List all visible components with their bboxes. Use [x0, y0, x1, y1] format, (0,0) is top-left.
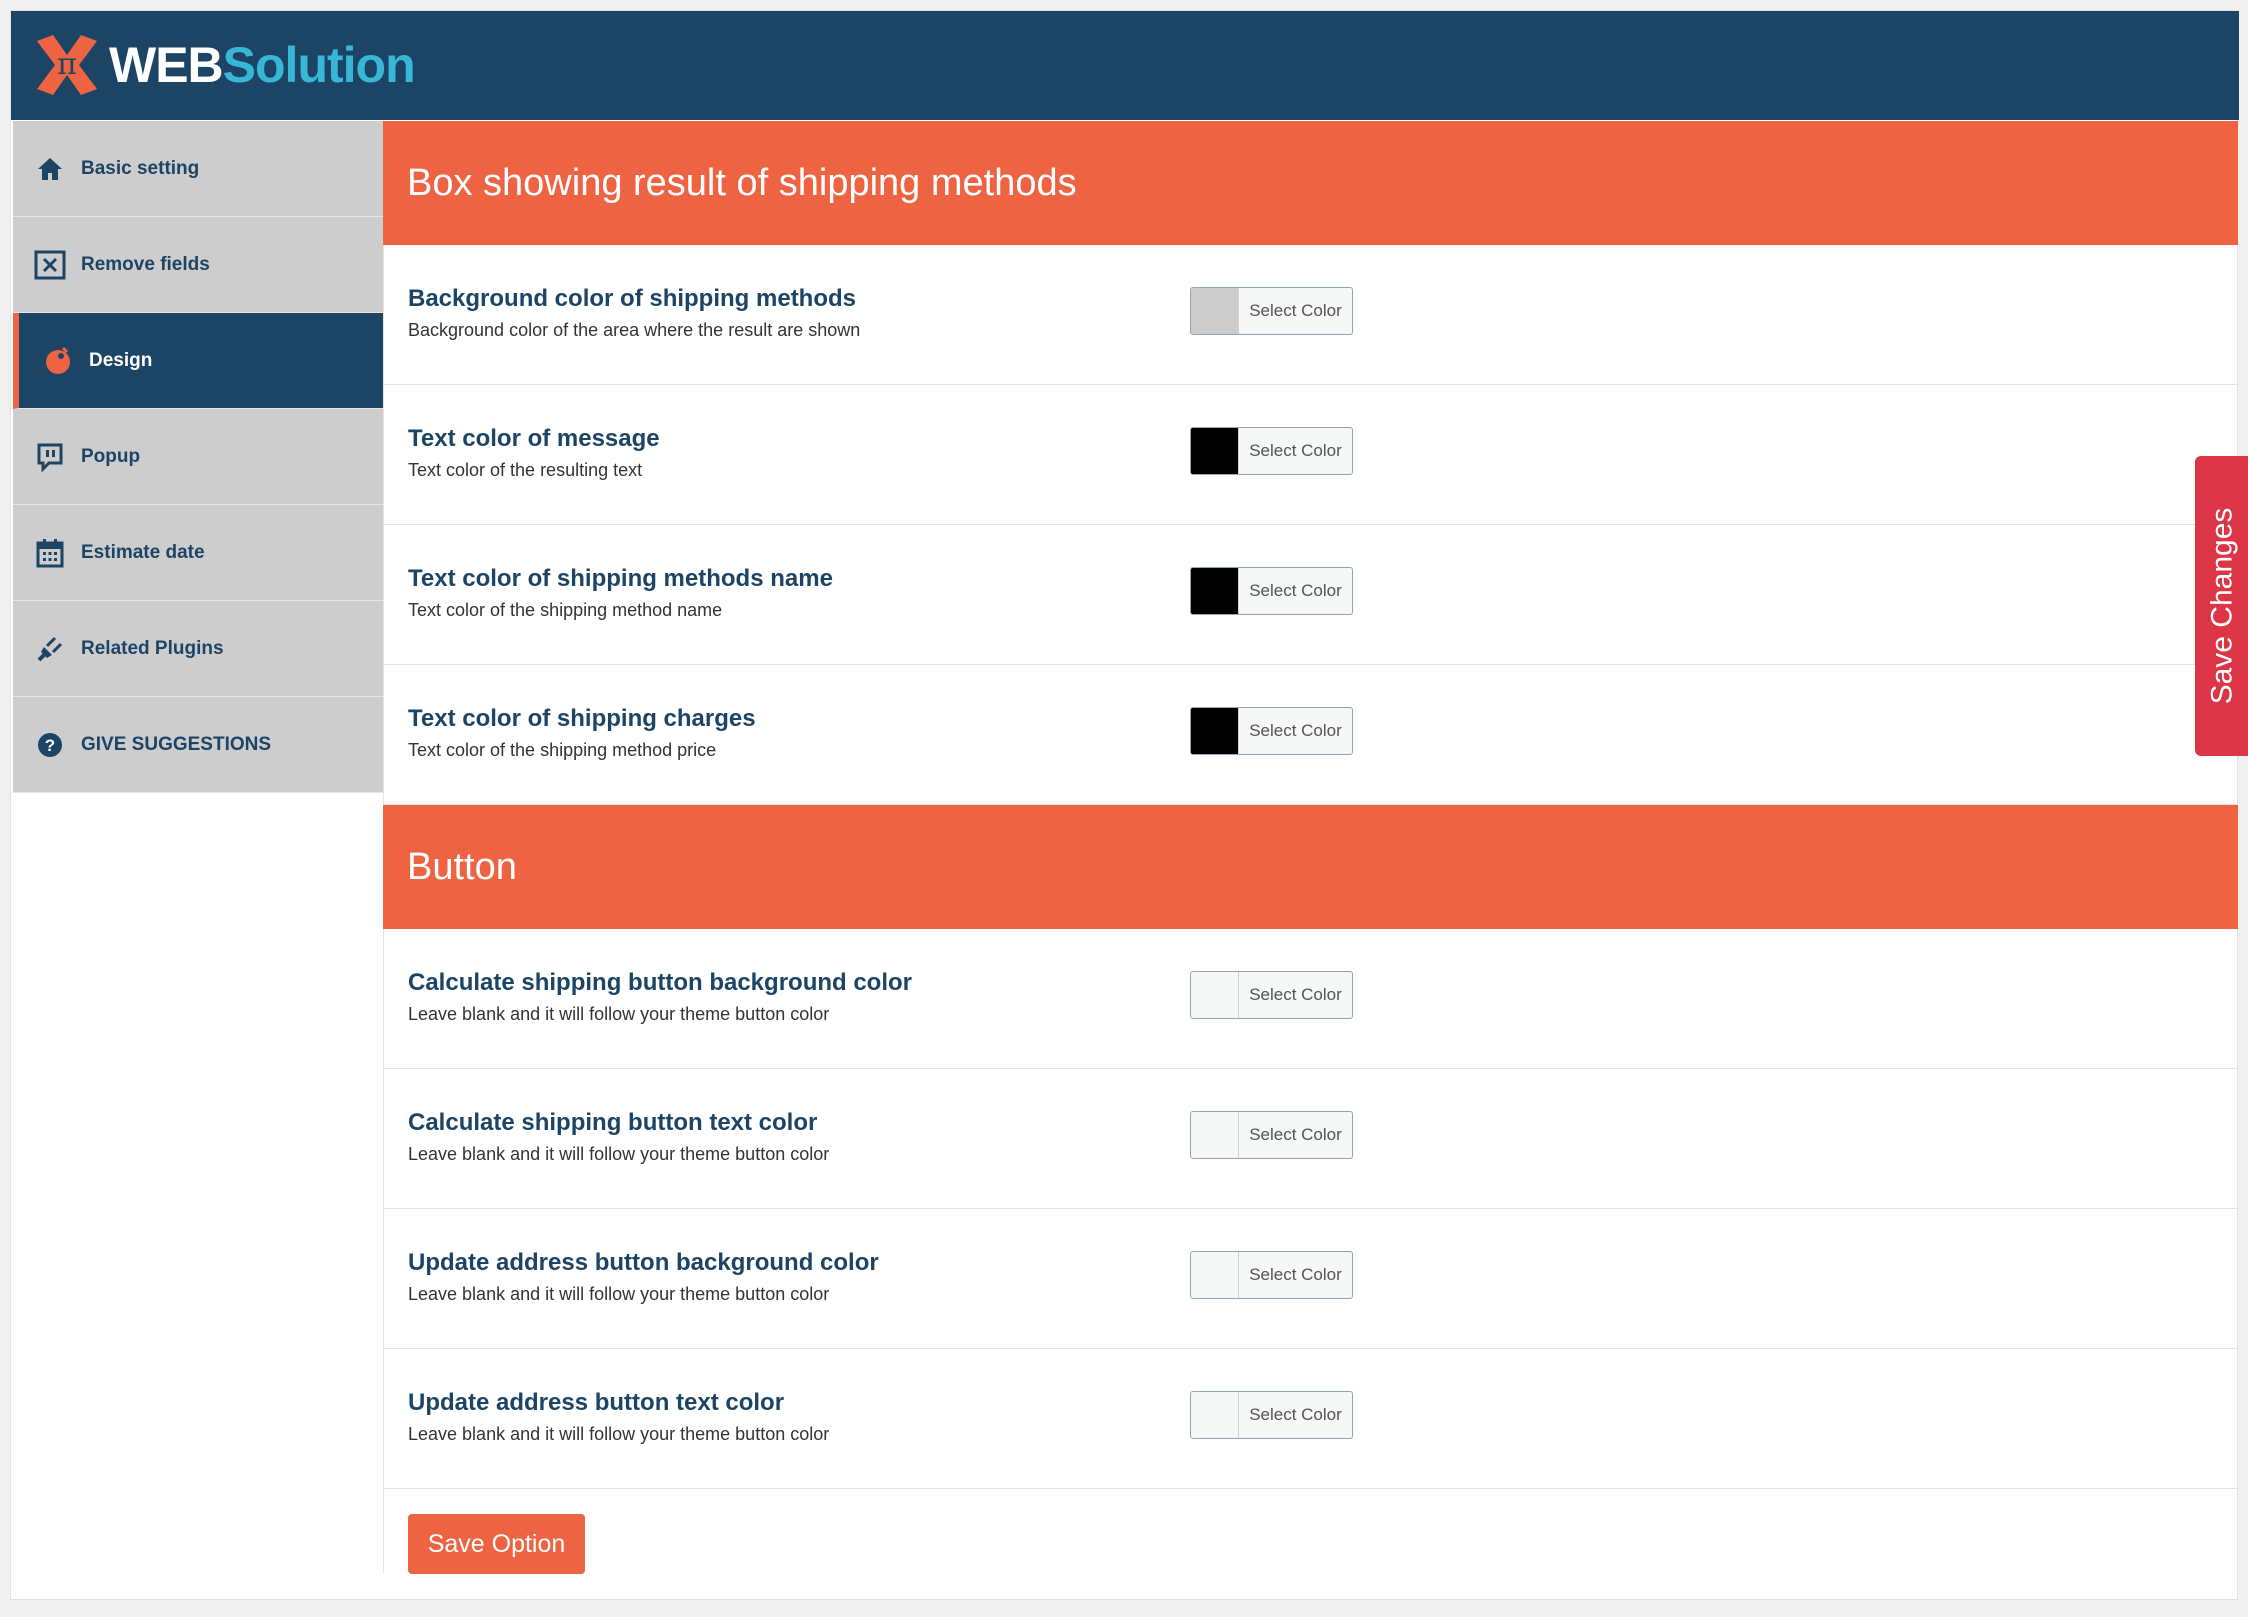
sidebar-item-label: Popup — [81, 445, 141, 467]
setting-description: Leave blank and it will follow your them… — [408, 1284, 830, 1304]
setting-row: Calculate shipping button text color Lea… — [383, 1069, 2238, 1209]
sidebar-item-label: Basic setting — [81, 157, 200, 179]
color-picker-button[interactable]: Select Color — [1190, 567, 1353, 615]
popup-icon — [33, 440, 67, 474]
brand-name-solution: Solution — [222, 36, 416, 93]
setting-title: Calculate shipping button background col… — [408, 969, 913, 996]
color-picker-label: Select Color — [1249, 721, 1342, 740]
svg-text:π: π — [57, 47, 77, 82]
sidebar-nav: Basic setting Remove fields Design Popup… — [13, 121, 383, 793]
setting-row: Text color of shipping charges Text colo… — [383, 665, 2238, 805]
sidebar-item-basic-setting[interactable]: Basic setting — [13, 121, 383, 217]
setting-description: Leave blank and it will follow your them… — [408, 1424, 830, 1444]
setting-title: Text color of message — [408, 425, 660, 452]
section-heading-button: Button — [383, 805, 2238, 929]
sidebar-item-remove-fields[interactable]: Remove fields — [13, 217, 383, 313]
sidebar-item-design[interactable]: Design — [13, 313, 383, 409]
color-picker-button[interactable]: Select Color — [1190, 1391, 1353, 1439]
color-picker-label: Select Color — [1249, 1405, 1342, 1424]
setting-row: Update address button text color Leave b… — [383, 1349, 2238, 1489]
calendar-icon — [33, 536, 67, 570]
setting-description: Text color of the shipping method price — [408, 740, 717, 760]
home-icon — [33, 152, 67, 186]
setting-row: Background color of shipping methods Bac… — [383, 245, 2238, 385]
setting-row: Calculate shipping button background col… — [383, 929, 2238, 1069]
section-heading-shipping-box: Box showing result of shipping methods — [383, 121, 2238, 245]
setting-title: Calculate shipping button text color — [408, 1109, 818, 1136]
top-header: π WEBSolution — [11, 11, 2239, 120]
setting-title: Background color of shipping methods — [408, 285, 857, 312]
sidebar-item-label: Design — [89, 349, 153, 371]
color-swatch — [1191, 1252, 1239, 1298]
color-picker-button[interactable]: Select Color — [1190, 1111, 1353, 1159]
setting-row: Update address button background color L… — [383, 1209, 2238, 1349]
brand-name: WEBSolution — [109, 36, 416, 94]
app-window: π WEBSolution Basic setting Remove field… — [10, 10, 2239, 1600]
color-picker-label: Select Color — [1249, 1125, 1342, 1144]
color-picker-label: Select Color — [1249, 985, 1342, 1004]
color-picker-label: Select Color — [1249, 441, 1342, 460]
pi-x-logo-icon: π — [29, 27, 105, 103]
sidebar-item-give-suggestions[interactable]: ? GIVE SUGGESTIONS — [13, 697, 383, 793]
color-swatch — [1191, 428, 1239, 474]
color-swatch — [1191, 972, 1239, 1018]
setting-description: Leave blank and it will follow your them… — [408, 1004, 830, 1024]
setting-row: Text color of shipping methods name Text… — [383, 525, 2238, 665]
save-option-button[interactable]: Save Option — [408, 1514, 585, 1574]
save-changes-button[interactable]: Save Changes — [2195, 456, 2248, 756]
color-picker-label: Select Color — [1249, 1265, 1342, 1284]
color-swatch — [1191, 708, 1239, 754]
sidebar-item-popup[interactable]: Popup — [13, 409, 383, 505]
save-changes-label: Save Changes — [2205, 507, 2238, 705]
setting-description: Leave blank and it will follow your them… — [408, 1144, 830, 1164]
color-swatch — [1191, 288, 1239, 334]
color-swatch — [1191, 568, 1239, 614]
sidebar-item-estimate-date[interactable]: Estimate date — [13, 505, 383, 601]
setting-description: Text color of the resulting text — [408, 460, 643, 480]
setting-description: Background color of the area where the r… — [408, 320, 861, 340]
color-picker-button[interactable]: Select Color — [1190, 287, 1353, 335]
color-swatch — [1191, 1392, 1239, 1438]
sidebar-item-label: GIVE SUGGESTIONS — [81, 733, 272, 755]
sidebar-item-label: Estimate date — [81, 541, 205, 563]
color-picker-button[interactable]: Select Color — [1190, 707, 1353, 755]
form-footer: Save Option — [383, 1489, 2238, 1574]
setting-title: Update address button background color — [408, 1249, 879, 1276]
sidebar-item-related-plugins[interactable]: Related Plugins — [13, 601, 383, 697]
plug-icon — [33, 632, 67, 666]
sidebar-item-label: Remove fields — [81, 253, 210, 275]
color-picker-button[interactable]: Select Color — [1190, 427, 1353, 475]
color-picker-label: Select Color — [1249, 581, 1342, 600]
setting-title: Update address button text color — [408, 1389, 785, 1416]
question-icon: ? — [33, 728, 67, 762]
setting-title: Text color of shipping methods name — [408, 565, 833, 592]
setting-row: Text color of message Text color of the … — [383, 385, 2238, 525]
setting-description: Text color of the shipping method name — [408, 600, 723, 620]
remove-box-icon — [33, 248, 67, 282]
palette-icon — [41, 344, 75, 378]
main-content: Box showing result of shipping methods B… — [383, 121, 2238, 1574]
brand-logo[interactable]: π WEBSolution — [29, 27, 416, 103]
color-picker-label: Select Color — [1249, 301, 1342, 320]
sidebar-item-label: Related Plugins — [81, 637, 224, 659]
brand-name-web: WEB — [109, 36, 224, 93]
setting-title: Text color of shipping charges — [408, 705, 756, 732]
color-picker-button[interactable]: Select Color — [1190, 1251, 1353, 1299]
color-swatch — [1191, 1112, 1239, 1158]
svg-text:?: ? — [45, 736, 55, 755]
color-picker-button[interactable]: Select Color — [1190, 971, 1353, 1019]
